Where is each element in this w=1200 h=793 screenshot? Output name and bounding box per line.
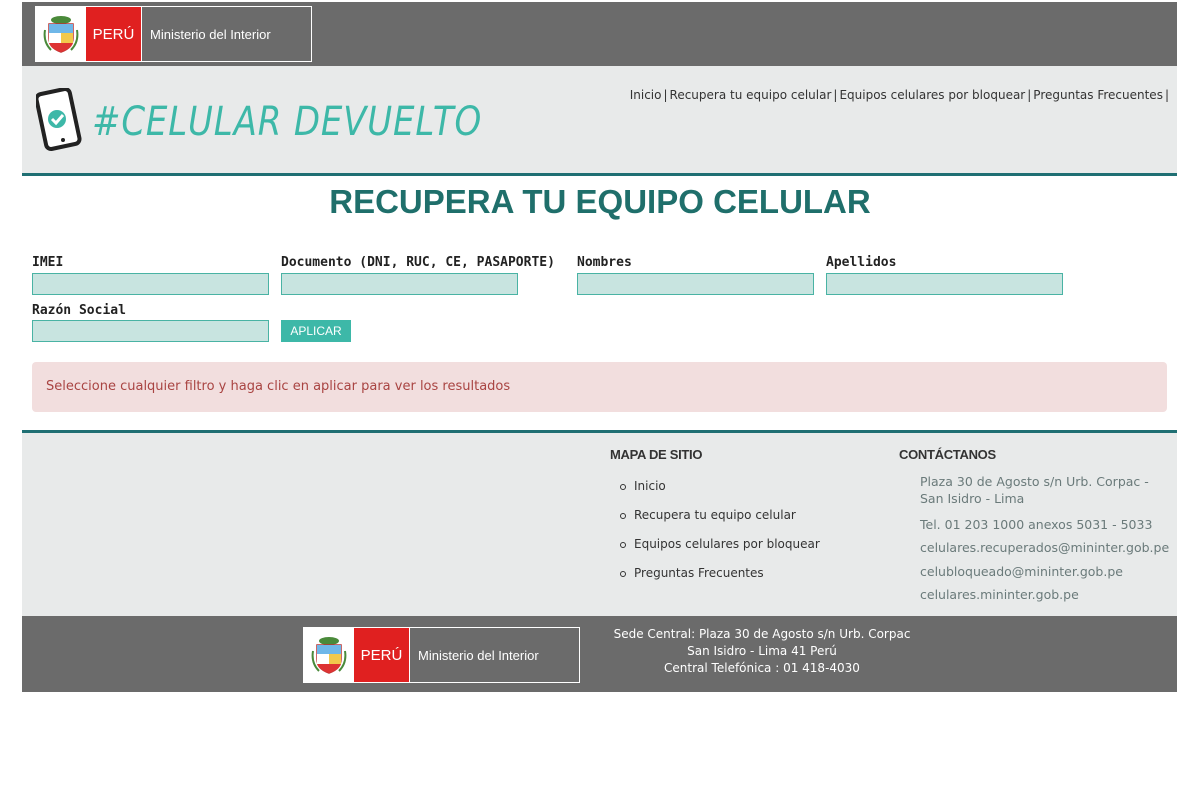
- imei-label: IMEI: [32, 255, 64, 270]
- results-alert: Seleccione cualquier filtro y haga clic …: [32, 362, 1167, 412]
- hq-line-1: Sede Central: Plaza 30 de Agosto s/n Urb…: [613, 627, 911, 641]
- razon-social-label: Razón Social: [32, 303, 126, 318]
- apply-button[interactable]: APLICAR: [281, 320, 351, 342]
- nombres-label: Nombres: [577, 255, 632, 270]
- phone-check-icon: [34, 87, 82, 156]
- contact-phone: Tel. 01 203 1000 anexos 5031 - 5033: [920, 517, 1153, 532]
- nav-item-preguntas[interactable]: Preguntas Frecuentes: [1033, 88, 1163, 102]
- footer-gov-logo[interactable]: PERÚ Ministerio del Interior: [303, 627, 580, 683]
- sitemap-item-recupera[interactable]: Recupera tu equipo celular: [620, 508, 820, 537]
- apellidos-label: Apellidos: [826, 255, 897, 270]
- gov-top-bar: PERÚ Ministerio del Interior: [22, 2, 1177, 66]
- bullet-icon: [620, 513, 626, 519]
- hq-line-2: San Isidro - Lima 41 Perú: [687, 644, 837, 658]
- apellidos-input[interactable]: [826, 273, 1063, 295]
- site-footer: MAPA DE SITIO Inicio Recupera tu equipo …: [22, 430, 1177, 616]
- documento-label: Documento (DNI, RUC, CE, PASAPORTE): [281, 255, 555, 270]
- sitemap-title: MAPA DE SITIO: [610, 447, 703, 462]
- contact-email-bloqueado[interactable]: celubloqueado@mininter.gob.pe: [920, 563, 1123, 580]
- page-title: RECUPERA TU EQUIPO CELULAR: [329, 183, 871, 220]
- bullet-icon: [620, 542, 626, 548]
- sitemap-item-preguntas[interactable]: Preguntas Frecuentes: [620, 566, 820, 595]
- contact-title: CONTÁCTANOS: [899, 447, 996, 462]
- brand-logo[interactable]: #CELULAR DEVUELTO: [34, 87, 551, 156]
- ministry-label: Ministerio del Interior: [141, 7, 311, 61]
- coat-of-arms-icon: [36, 7, 86, 61]
- imei-input[interactable]: [32, 273, 269, 295]
- sitemap-item-bloquear[interactable]: Equipos celulares por bloquear: [620, 537, 820, 566]
- main-nav: Inicio | Recupera tu equipo celular | Equi…: [629, 88, 1169, 102]
- alert-message: Seleccione cualquier filtro y haga clic …: [46, 379, 511, 394]
- headquarters-info: Sede Central: Plaza 30 de Agosto s/n Urb…: [612, 626, 912, 677]
- razon-social-input[interactable]: [32, 320, 269, 342]
- peru-label: PERÚ: [354, 628, 409, 682]
- nav-item-inicio[interactable]: Inicio: [630, 88, 662, 102]
- documento-input[interactable]: [281, 273, 518, 295]
- bullet-icon: [620, 484, 626, 490]
- nav-item-bloquear[interactable]: Equipos celulares por bloquear: [839, 88, 1025, 102]
- ministry-label: Ministerio del Interior: [409, 628, 579, 682]
- hq-line-3: Central Telefónica : 01 418-4030: [664, 661, 860, 675]
- contact-website[interactable]: celulares.mininter.gob.pe: [920, 586, 1079, 603]
- gov-logo-link[interactable]: PERÚ Ministerio del Interior: [35, 6, 312, 62]
- peru-label: PERÚ: [86, 7, 141, 61]
- site-header: #CELULAR DEVUELTO Inicio | Recupera tu eq…: [22, 66, 1177, 176]
- sitemap-list: Inicio Recupera tu equipo celular Equipo…: [620, 479, 820, 595]
- contact-email-recuperados[interactable]: celulares.recuperados@mininter.gob.pe: [920, 539, 1169, 556]
- nombres-input[interactable]: [577, 273, 814, 295]
- bottom-bar: PERÚ Ministerio del Interior Sede Centra…: [22, 616, 1177, 692]
- coat-of-arms-icon: [304, 628, 354, 682]
- contact-address: Plaza 30 de Agosto s/n Urb. Corpac - San…: [920, 474, 1149, 506]
- nav-item-recupera[interactable]: Recupera tu equipo celular: [670, 88, 832, 102]
- sitemap-item-inicio[interactable]: Inicio: [620, 479, 820, 508]
- bullet-icon: [620, 571, 626, 577]
- brand-text: #CELULAR DEVUELTO: [92, 99, 483, 145]
